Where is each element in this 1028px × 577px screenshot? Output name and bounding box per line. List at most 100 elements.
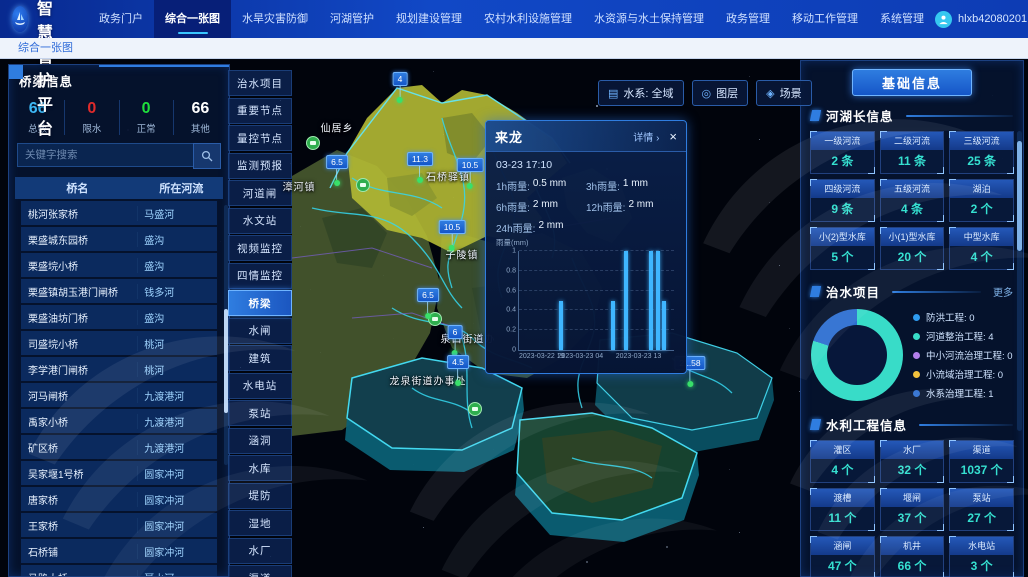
table-row[interactable]: 栗盛油坊门桥盛沟 bbox=[21, 305, 217, 329]
bridge-stat-4: 66其他 bbox=[174, 100, 227, 135]
layer-menu-item-14[interactable]: 涵洞 bbox=[228, 428, 292, 454]
layer-menu-item-15[interactable]: 水库 bbox=[228, 455, 292, 481]
camera-icon[interactable] bbox=[306, 136, 320, 150]
table-row[interactable]: 司盛垸小桥桃河 bbox=[21, 331, 217, 355]
table-row[interactable]: 矿区桥九渡港河 bbox=[21, 435, 217, 459]
town-label: 仙居乡 bbox=[321, 120, 354, 135]
map-control-1[interactable]: ▤水系: 全域 bbox=[598, 80, 684, 106]
basic-info-button[interactable]: 基础信息 bbox=[852, 69, 972, 96]
camera-icon[interactable] bbox=[468, 402, 482, 416]
bridge-name-cell: 栗盛城东园桥 bbox=[21, 232, 137, 247]
y-tick-label: 0.4 bbox=[506, 307, 516, 314]
engineering-card-3: 渠道1037 个 bbox=[949, 440, 1014, 483]
map-marker[interactable]: 10.5 bbox=[457, 158, 484, 189]
nav-item-2[interactable]: 综合一张图 bbox=[154, 0, 231, 38]
map-control-3[interactable]: ◈场景 bbox=[756, 80, 811, 106]
marker-location-dot bbox=[397, 97, 403, 103]
marker-value-badge: 6 bbox=[448, 325, 463, 339]
table-row[interactable]: 石桥铺圆家冲河 bbox=[21, 539, 217, 563]
layer-menu-item-18[interactable]: 水厂 bbox=[228, 538, 292, 564]
legend-dot bbox=[913, 333, 920, 340]
layer-menu-item-12[interactable]: 水电站 bbox=[228, 373, 292, 399]
search-input[interactable] bbox=[17, 143, 193, 167]
card-value: 3 个 bbox=[950, 555, 1013, 577]
marker-stem bbox=[690, 370, 691, 381]
map-marker[interactable]: 6 bbox=[448, 325, 463, 356]
metric-value: 2 mm bbox=[533, 199, 558, 214]
section-marker-icon bbox=[810, 110, 821, 121]
layer-menu-item-10[interactable]: 水闸 bbox=[228, 318, 292, 344]
nav-item-10[interactable]: 系统管理 bbox=[869, 0, 935, 38]
table-row[interactable]: 唐家桥圆家冲河 bbox=[21, 487, 217, 511]
card-label: 湖泊 bbox=[950, 180, 1013, 198]
layer-menu-item-11[interactable]: 建筑 bbox=[228, 345, 292, 371]
nav-item-1[interactable]: 政务门户 bbox=[88, 0, 154, 38]
layer-menu-item-9[interactable]: 桥梁 bbox=[228, 290, 292, 316]
map-marker[interactable]: 4.5 bbox=[447, 355, 469, 386]
card-label: 泵站 bbox=[950, 489, 1013, 507]
layer-menu-item-7[interactable]: 视频监控 bbox=[228, 235, 292, 261]
layer-menu-item-16[interactable]: 堤防 bbox=[228, 483, 292, 509]
nav-item-9[interactable]: 移动工作管理 bbox=[781, 0, 869, 38]
marker-location-dot bbox=[455, 380, 461, 386]
camera-icon[interactable] bbox=[356, 178, 370, 192]
table-row[interactable]: 李学港门闸桥桃河 bbox=[21, 357, 217, 381]
marker-stem bbox=[419, 166, 420, 177]
layer-menu-item-8[interactable]: 四情监控 bbox=[228, 263, 292, 289]
layer-menu-item-13[interactable]: 泵站 bbox=[228, 400, 292, 426]
table-row[interactable]: 禹家小桥九渡港河 bbox=[21, 409, 217, 433]
table-row[interactable]: 王家桥圆家冲河 bbox=[21, 513, 217, 537]
layer-menu-item-2[interactable]: 重要节点 bbox=[228, 98, 292, 124]
bridge-name-cell: 河马闸桥 bbox=[21, 388, 137, 403]
layer-menu-item-4[interactable]: 监测预报 bbox=[228, 153, 292, 179]
section-marker-icon bbox=[810, 286, 821, 297]
table-row[interactable]: 栗盛垸小桥盛沟 bbox=[21, 253, 217, 277]
table-row[interactable]: 马路大桥聂水河 bbox=[21, 565, 217, 576]
search-button[interactable] bbox=[193, 143, 221, 169]
card-value: 32 个 bbox=[881, 459, 944, 482]
nav-item-7[interactable]: 水资源与水土保持管理 bbox=[583, 0, 715, 38]
card-value: 2 条 bbox=[811, 150, 874, 173]
right-panel-scrollbar[interactable] bbox=[1017, 131, 1022, 431]
river-cell: 圆家冲河 bbox=[137, 466, 217, 481]
map-marker[interactable]: 11.3 bbox=[407, 152, 433, 183]
river-cell: 盛沟 bbox=[137, 232, 217, 247]
table-row[interactable]: 栗盛镇胡玉港门闸桥钱多河 bbox=[21, 279, 217, 303]
bridge-name-cell: 矿区桥 bbox=[21, 440, 137, 455]
nav-item-5[interactable]: 规划建设管理 bbox=[385, 0, 473, 38]
map-marker[interactable]: 4 bbox=[393, 72, 408, 103]
nav-item-4[interactable]: 河湖管护 bbox=[319, 0, 385, 38]
map-marker[interactable]: 10.5 bbox=[439, 220, 466, 251]
marker-stem bbox=[427, 302, 428, 313]
rainfall-metrics: 1h雨量:0.5 mm3h雨量:1 mm6h雨量:2 mm12h雨量:2 mm2… bbox=[486, 173, 686, 238]
nav-item-6[interactable]: 农村水利设施管理 bbox=[473, 0, 583, 38]
rain-bar bbox=[656, 251, 660, 350]
rain-metric: 3h雨量:1 mm bbox=[586, 175, 676, 196]
map-control-2[interactable]: ◎图层 bbox=[692, 80, 749, 106]
layer-menu-item-1[interactable]: 治水项目 bbox=[228, 70, 292, 96]
layer-menu-item-19[interactable]: 渠道 bbox=[228, 565, 292, 577]
table-row[interactable]: 吴家堰1号桥圆家冲河 bbox=[21, 461, 217, 485]
map-marker[interactable]: 6.5 bbox=[417, 288, 439, 319]
marker-stem bbox=[336, 169, 337, 180]
popup-detail-link[interactable]: 详情 › bbox=[633, 129, 659, 144]
close-icon[interactable]: × bbox=[669, 130, 677, 143]
layer-toggle-icon: ◎ bbox=[702, 87, 712, 100]
stat-value: 0 bbox=[120, 100, 173, 118]
card-value: 11 条 bbox=[881, 150, 944, 173]
layer-menu-item-6[interactable]: 水文站 bbox=[228, 208, 292, 234]
map-marker[interactable]: 6.5 bbox=[326, 155, 348, 186]
table-row[interactable]: 河马闸桥九渡港河 bbox=[21, 383, 217, 407]
layer-menu-item-17[interactable]: 湿地 bbox=[228, 510, 292, 536]
table-row[interactable]: 栗盛城东园桥盛沟 bbox=[21, 227, 217, 251]
project-more-link[interactable]: 更多 bbox=[993, 284, 1013, 299]
main-nav: 政务门户综合一张图水旱灾害防御河湖管护规划建设管理农村水利设施管理水资源与水土保… bbox=[88, 0, 935, 38]
table-row[interactable]: 桃河张家桥马盛河 bbox=[21, 201, 217, 225]
nav-item-8[interactable]: 政务管理 bbox=[715, 0, 781, 38]
river-card-6: 湖泊2 个 bbox=[949, 179, 1014, 222]
card-label: 五级河流 bbox=[881, 180, 944, 198]
nav-item-3[interactable]: 水旱灾害防御 bbox=[231, 0, 319, 38]
layer-menu-item-3[interactable]: 量控节点 bbox=[228, 125, 292, 151]
user-menu[interactable]: hlxb42080201 ▾ bbox=[935, 11, 1028, 28]
rainfall-chart: 雨量(mm) 00.20.40.60.812023-03-22 192023-0… bbox=[494, 239, 678, 365]
